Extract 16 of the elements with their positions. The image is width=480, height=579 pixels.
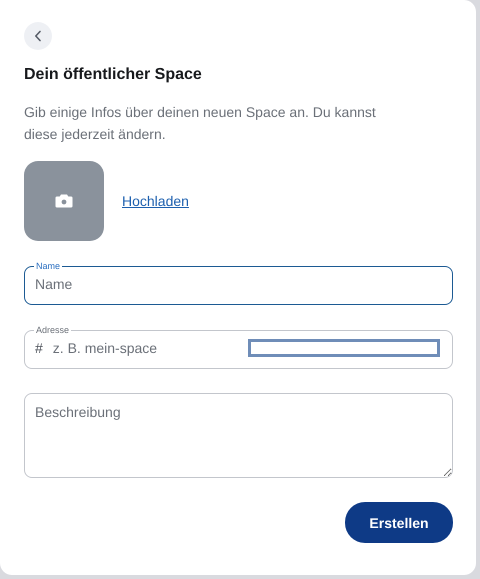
dialog-title: Dein öffentlicher Space: [24, 65, 203, 85]
address-input[interactable]: z. B. mein-space: [52, 340, 248, 356]
hash-prefix: #: [35, 340, 43, 356]
description-field[interactable]: Beschreibung: [24, 393, 453, 478]
upload-link[interactable]: Hochladen: [122, 193, 189, 209]
intro-text: Gib einige Infos über deinen neuen Space an. Du kannst diese jederzeit ändern.: [24, 103, 377, 144]
field-label: Name: [35, 261, 62, 271]
avatar-placeholder[interactable]: [24, 161, 104, 241]
camera-icon: [55, 194, 73, 208]
back-button[interactable]: [24, 22, 52, 50]
name-input[interactable]: Name: [35, 276, 442, 292]
chevron-left-icon: [34, 30, 42, 42]
create-button[interactable]: Erstellen: [345, 502, 453, 543]
field-label: Adresse: [35, 325, 70, 335]
address-field[interactable]: Adresse # z. B. mein-space: [24, 325, 453, 369]
name-field[interactable]: Name Name: [24, 261, 453, 305]
